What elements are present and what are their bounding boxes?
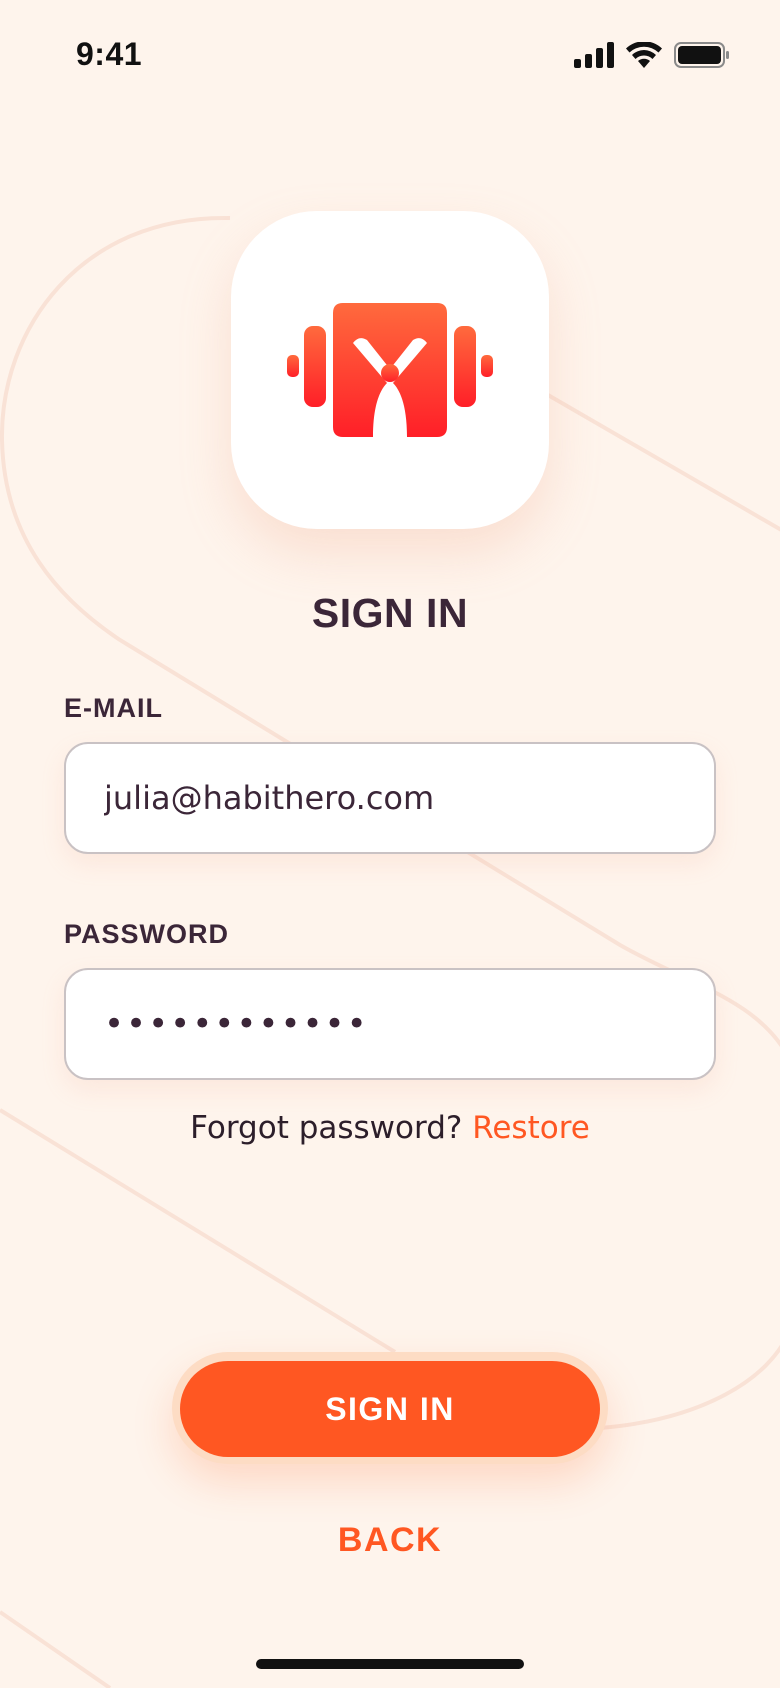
email-input[interactable] — [104, 744, 684, 852]
wifi-icon — [626, 41, 662, 73]
restore-link[interactable]: Restore — [472, 1110, 590, 1146]
status-time: 9:41 — [76, 36, 143, 72]
page-title: SIGN IN — [311, 590, 469, 636]
battery-icon — [674, 42, 730, 73]
status-icons — [574, 41, 730, 73]
password-masked-value[interactable]: •••••••••••• — [104, 970, 369, 1078]
email-label: E-MAIL — [64, 693, 163, 723]
habit-hero-logo-icon — [287, 303, 493, 442]
sign-in-screen: 9:41 SIGN IN E-MAIL julia@habithero.com … — [0, 0, 780, 1688]
sign-in-button[interactable]: SIGN IN — [180, 1361, 600, 1457]
password-field[interactable]: •••••••••••• — [64, 968, 716, 1080]
password-label: PASSWORD — [64, 919, 230, 949]
forgot-password-row: Forgot password? Restore — [0, 1110, 780, 1146]
email-field[interactable] — [64, 742, 716, 854]
cellular-signal-icon — [574, 42, 614, 73]
status-bar: 9:41 — [0, 0, 780, 110]
back-button[interactable]: BACK — [290, 1512, 490, 1568]
app-logo-card — [231, 211, 549, 529]
forgot-password-text: Forgot password? — [190, 1110, 463, 1146]
home-indicator[interactable] — [256, 1659, 524, 1669]
